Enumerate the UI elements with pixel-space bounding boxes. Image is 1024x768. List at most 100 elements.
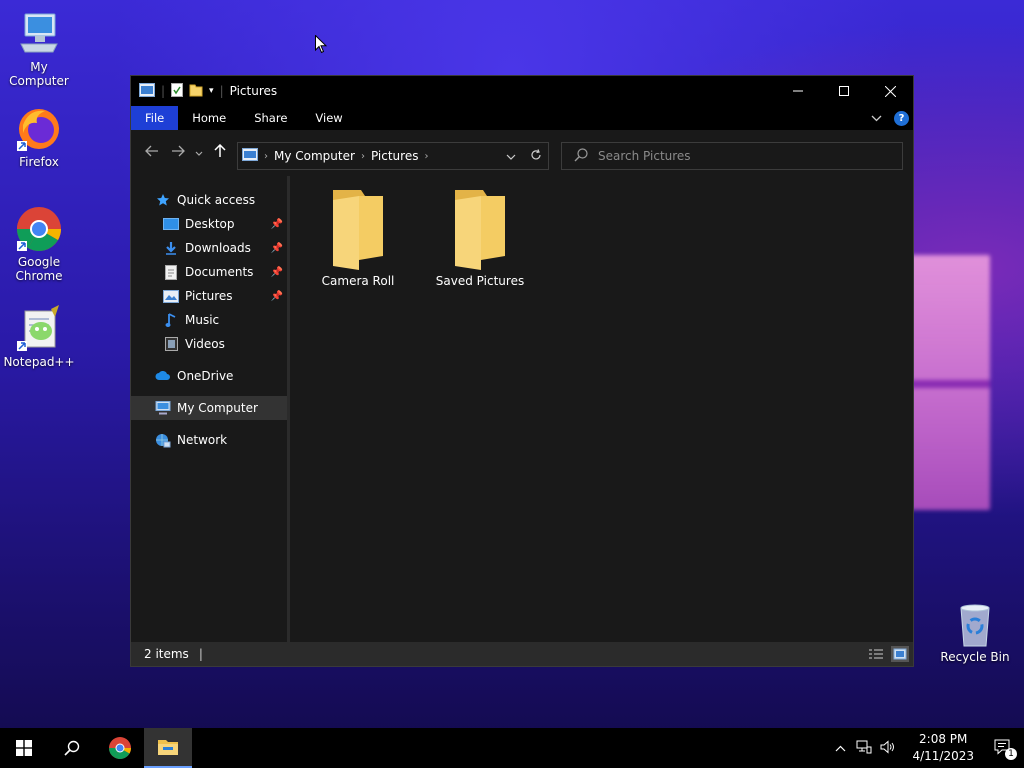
- address-dropdown-icon[interactable]: [506, 149, 516, 164]
- pin-icon: 📌: [270, 290, 283, 302]
- customize-toolbar-dropdown-icon[interactable]: ▾: [209, 86, 214, 96]
- sidebar-item-onedrive[interactable]: OneDrive: [131, 364, 287, 388]
- forward-button[interactable]: [165, 145, 191, 161]
- folder-saved-pictures[interactable]: Saved Pictures: [430, 186, 530, 288]
- properties-icon[interactable]: [171, 82, 184, 100]
- document-icon: [163, 264, 179, 280]
- desktop-icon-my-computer[interactable]: My Computer: [1, 10, 77, 88]
- desktop-icon-notepadpp[interactable]: Notepad++: [1, 305, 77, 369]
- maximize-button[interactable]: [821, 76, 867, 106]
- system-tray: 2:08 PM 4/11/2023 1: [828, 728, 1024, 768]
- volume-icon[interactable]: [876, 739, 900, 757]
- explorer-window-icon: [139, 82, 155, 100]
- ribbon-tabs: File Home Share View ?: [131, 106, 913, 130]
- show-hidden-icons-button[interactable]: [828, 741, 852, 755]
- tab-view[interactable]: View: [301, 106, 356, 130]
- tab-file[interactable]: File: [131, 106, 179, 130]
- desktop-icon-chrome[interactable]: Google Chrome: [1, 205, 77, 283]
- breadcrumb-my-computer[interactable]: My Computer: [274, 149, 355, 163]
- back-button[interactable]: [139, 145, 165, 161]
- sidebar-item-downloads[interactable]: Downloads 📌: [131, 236, 287, 260]
- breadcrumb-chevron-icon[interactable]: ›: [264, 151, 268, 162]
- action-center-button[interactable]: 1: [984, 728, 1024, 768]
- pin-icon: 📌: [270, 242, 283, 254]
- sidebar-item-label: Network: [177, 433, 228, 447]
- expand-ribbon-icon[interactable]: [871, 111, 882, 125]
- wallpaper-windows-logo: [910, 255, 990, 510]
- star-icon: [155, 192, 171, 208]
- sidebar-item-label: Desktop: [185, 217, 235, 231]
- help-icon[interactable]: ?: [894, 110, 909, 126]
- up-button[interactable]: [207, 143, 233, 162]
- folder-label: Camera Roll: [321, 274, 395, 288]
- network-status-icon[interactable]: [852, 740, 876, 757]
- title-bar[interactable]: | ▾ | Pictures: [131, 76, 913, 106]
- sidebar-item-pictures[interactable]: Pictures 📌: [131, 284, 287, 308]
- sidebar-item-label: Music: [185, 313, 220, 327]
- sidebar-item-music[interactable]: Music: [131, 308, 287, 332]
- desktop-folder-icon: [163, 216, 179, 232]
- desktop-icon-label: Notepad++: [3, 355, 75, 369]
- folder-icon: [451, 186, 509, 270]
- toolbar-divider: |: [161, 84, 166, 98]
- taskbar: 2:08 PM 4/11/2023 1: [0, 728, 1024, 768]
- pin-icon: 📌: [270, 218, 283, 230]
- desktop-icon-firefox[interactable]: Firefox: [1, 105, 77, 169]
- sidebar-item-label: Videos: [185, 337, 225, 351]
- sidebar-item-quick-access[interactable]: Quick access: [131, 188, 287, 212]
- sidebar-item-label: Downloads: [185, 241, 251, 255]
- desktop-icon-recycle-bin[interactable]: Recycle Bin: [937, 600, 1013, 664]
- start-button[interactable]: [0, 728, 48, 768]
- quick-access-toolbar: | ▾ |: [139, 82, 224, 100]
- new-folder-icon[interactable]: [189, 83, 203, 100]
- tab-share[interactable]: Share: [240, 106, 301, 130]
- tab-home[interactable]: Home: [178, 106, 240, 130]
- desktop-icon-label: My Computer: [9, 60, 69, 88]
- details-view-button[interactable]: [867, 646, 885, 662]
- item-count: 2 items: [144, 647, 189, 661]
- taskbar-search-button[interactable]: [48, 728, 96, 768]
- folder-camera-roll[interactable]: Camera Roll: [308, 186, 408, 288]
- refresh-icon[interactable]: [530, 148, 542, 164]
- breadcrumb-chevron-icon[interactable]: ›: [424, 151, 428, 162]
- sidebar-item-my-computer[interactable]: My Computer: [131, 396, 287, 420]
- breadcrumb-chevron-icon[interactable]: ›: [361, 151, 365, 162]
- sidebar-item-label: Documents: [185, 265, 254, 279]
- sidebar-item-network[interactable]: Network: [131, 428, 287, 452]
- minimize-button[interactable]: [775, 76, 821, 106]
- firefox-icon: [15, 105, 63, 153]
- sidebar-item-documents[interactable]: Documents 📌: [131, 260, 287, 284]
- chrome-icon: [109, 737, 131, 759]
- large-icons-view-button[interactable]: [891, 646, 909, 662]
- network-icon: [155, 432, 171, 448]
- desktop-icon-label: Google Chrome: [15, 255, 63, 283]
- address-bar[interactable]: › My Computer › Pictures ›: [237, 142, 549, 170]
- file-explorer-window[interactable]: | ▾ | Pictures File Home Share View ? › …: [130, 75, 914, 667]
- sidebar-item-desktop[interactable]: Desktop 📌: [131, 212, 287, 236]
- notepadpp-icon: [15, 305, 63, 353]
- breadcrumb-pictures[interactable]: Pictures: [371, 149, 419, 163]
- notification-count-badge: 1: [1005, 748, 1017, 760]
- navigation-pane[interactable]: Quick access Desktop 📌 Downloads 📌 Docum…: [131, 176, 287, 642]
- chrome-icon: [15, 205, 63, 253]
- pictures-icon: [163, 288, 179, 304]
- search-icon: [574, 147, 588, 165]
- windows-logo-icon: [16, 740, 32, 756]
- music-icon: [163, 312, 179, 328]
- search-box[interactable]: [561, 142, 903, 170]
- clock[interactable]: 2:08 PM 4/11/2023: [900, 731, 984, 765]
- search-input[interactable]: [598, 149, 878, 163]
- recycle-bin-icon: [951, 600, 999, 648]
- sidebar-item-videos[interactable]: Videos: [131, 332, 287, 356]
- computer-icon: [155, 400, 171, 416]
- clock-time: 2:08 PM: [919, 732, 968, 746]
- status-bar: 2 items |: [131, 642, 913, 666]
- recent-locations-button[interactable]: [191, 145, 207, 161]
- file-list[interactable]: Camera Roll Saved Pictures: [290, 176, 913, 642]
- cloud-icon: [155, 368, 171, 384]
- clock-date: 4/11/2023: [912, 749, 974, 763]
- close-button[interactable]: [867, 76, 913, 106]
- taskbar-chrome-button[interactable]: [96, 728, 144, 768]
- toolbar-divider: |: [219, 84, 224, 98]
- taskbar-file-explorer-button[interactable]: [144, 728, 192, 768]
